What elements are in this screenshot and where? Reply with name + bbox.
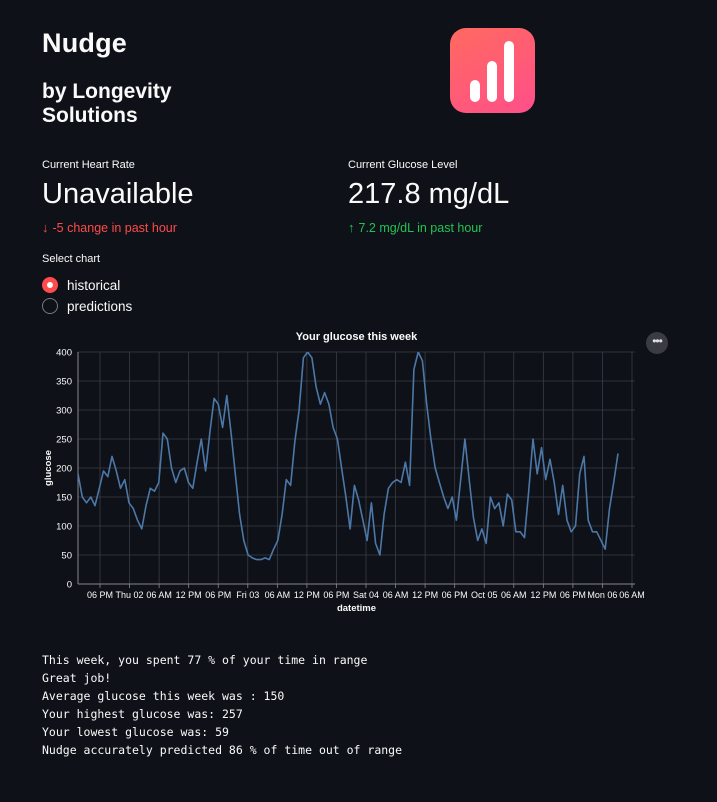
y-tick-label: 0 bbox=[67, 580, 72, 591]
stat-prediction-accuracy: Nudge accurately predicted 86 % of time … bbox=[42, 743, 403, 757]
weekly-stats: This week, you spent 77 % of your time i… bbox=[42, 651, 402, 759]
select-chart-label: Select chart bbox=[42, 253, 101, 265]
x-tick-label: 06 AM bbox=[265, 590, 291, 600]
x-tick-label: 06 PM bbox=[442, 590, 468, 600]
x-tick-label: 06 AM bbox=[146, 590, 172, 600]
arrow-up-icon: ↑ bbox=[348, 220, 355, 235]
x-tick-label: Fri 03 bbox=[236, 590, 259, 600]
stat-time-in-range: This week, you spent 77 % of your time i… bbox=[42, 653, 368, 667]
y-tick-label: 200 bbox=[56, 464, 72, 475]
stat-feedback: Great job! bbox=[42, 671, 112, 685]
x-tick-label: 06 PM bbox=[205, 590, 231, 600]
y-tick-label: 150 bbox=[56, 493, 72, 504]
x-tick-label: 06 AM bbox=[619, 590, 645, 600]
heart-rate-delta: ↓ -5 change in past hour bbox=[42, 220, 177, 235]
y-axis-label: glucose bbox=[43, 450, 54, 486]
y-tick-label: 300 bbox=[56, 406, 72, 417]
heart-rate-delta-text: -5 change in past hour bbox=[52, 221, 177, 235]
y-tick-label: 100 bbox=[56, 522, 72, 533]
app-title: Nudge bbox=[42, 28, 127, 58]
x-axis-label: datetime bbox=[337, 603, 376, 614]
radio-historical[interactable]: historical bbox=[42, 277, 120, 293]
arrow-down-icon: ↓ bbox=[42, 220, 49, 235]
x-tick-label: 12 PM bbox=[176, 590, 202, 600]
app-logo bbox=[450, 28, 535, 113]
glucose-delta: ↑ 7.2 mg/dL in past hour bbox=[348, 220, 482, 235]
chart-title: Your glucose this week bbox=[296, 331, 418, 343]
radio-predictions[interactable]: predictions bbox=[42, 298, 132, 314]
heart-rate-value: Unavailable bbox=[42, 178, 194, 210]
chart-menu-button[interactable]: ••• bbox=[646, 332, 668, 354]
radio-predictions-label: predictions bbox=[67, 298, 133, 314]
heart-rate-label: Current Heart Rate bbox=[42, 159, 135, 171]
y-tick-label: 50 bbox=[61, 551, 72, 562]
x-tick-label: 12 PM bbox=[294, 590, 320, 600]
radio-selected-icon[interactable] bbox=[42, 277, 58, 293]
x-tick-label: 12 PM bbox=[530, 590, 556, 600]
x-tick-label: Mon 06 bbox=[587, 590, 617, 600]
glucose-label: Current Glucose Level bbox=[348, 159, 458, 171]
x-tick-label: 06 PM bbox=[323, 590, 349, 600]
x-tick-label: Sat 04 bbox=[353, 590, 379, 600]
x-tick-label: 12 PM bbox=[412, 590, 438, 600]
stat-highest: Your highest glucose was: 257 bbox=[42, 707, 243, 721]
bar-chart-icon bbox=[470, 41, 514, 102]
y-tick-label: 250 bbox=[56, 435, 72, 446]
glucose-delta-text: 7.2 mg/dL in past hour bbox=[358, 221, 483, 235]
y-tick-label: 400 bbox=[56, 348, 72, 359]
glucose-value: 217.8 mg/dL bbox=[348, 178, 510, 210]
x-tick-label: 06 PM bbox=[560, 590, 586, 600]
x-tick-label: 06 PM bbox=[87, 590, 113, 600]
y-tick-label: 350 bbox=[56, 377, 72, 388]
app-subtitle: by Longevity Solutions bbox=[42, 80, 172, 127]
x-tick-label: 06 AM bbox=[501, 590, 527, 600]
x-tick-label: 06 AM bbox=[383, 590, 409, 600]
stat-lowest: Your lowest glucose was: 59 bbox=[42, 725, 229, 739]
radio-unselected-icon[interactable] bbox=[42, 298, 58, 314]
x-tick-label: Oct 05 bbox=[471, 590, 498, 600]
x-tick-label: Thu 02 bbox=[116, 590, 144, 600]
radio-historical-label: historical bbox=[67, 277, 121, 293]
glucose-chart: 05010015020025030035040006 PM Thu 02 06 AM… bbox=[43, 331, 645, 614]
stat-average: Average glucose this week was : 150 bbox=[42, 689, 285, 703]
